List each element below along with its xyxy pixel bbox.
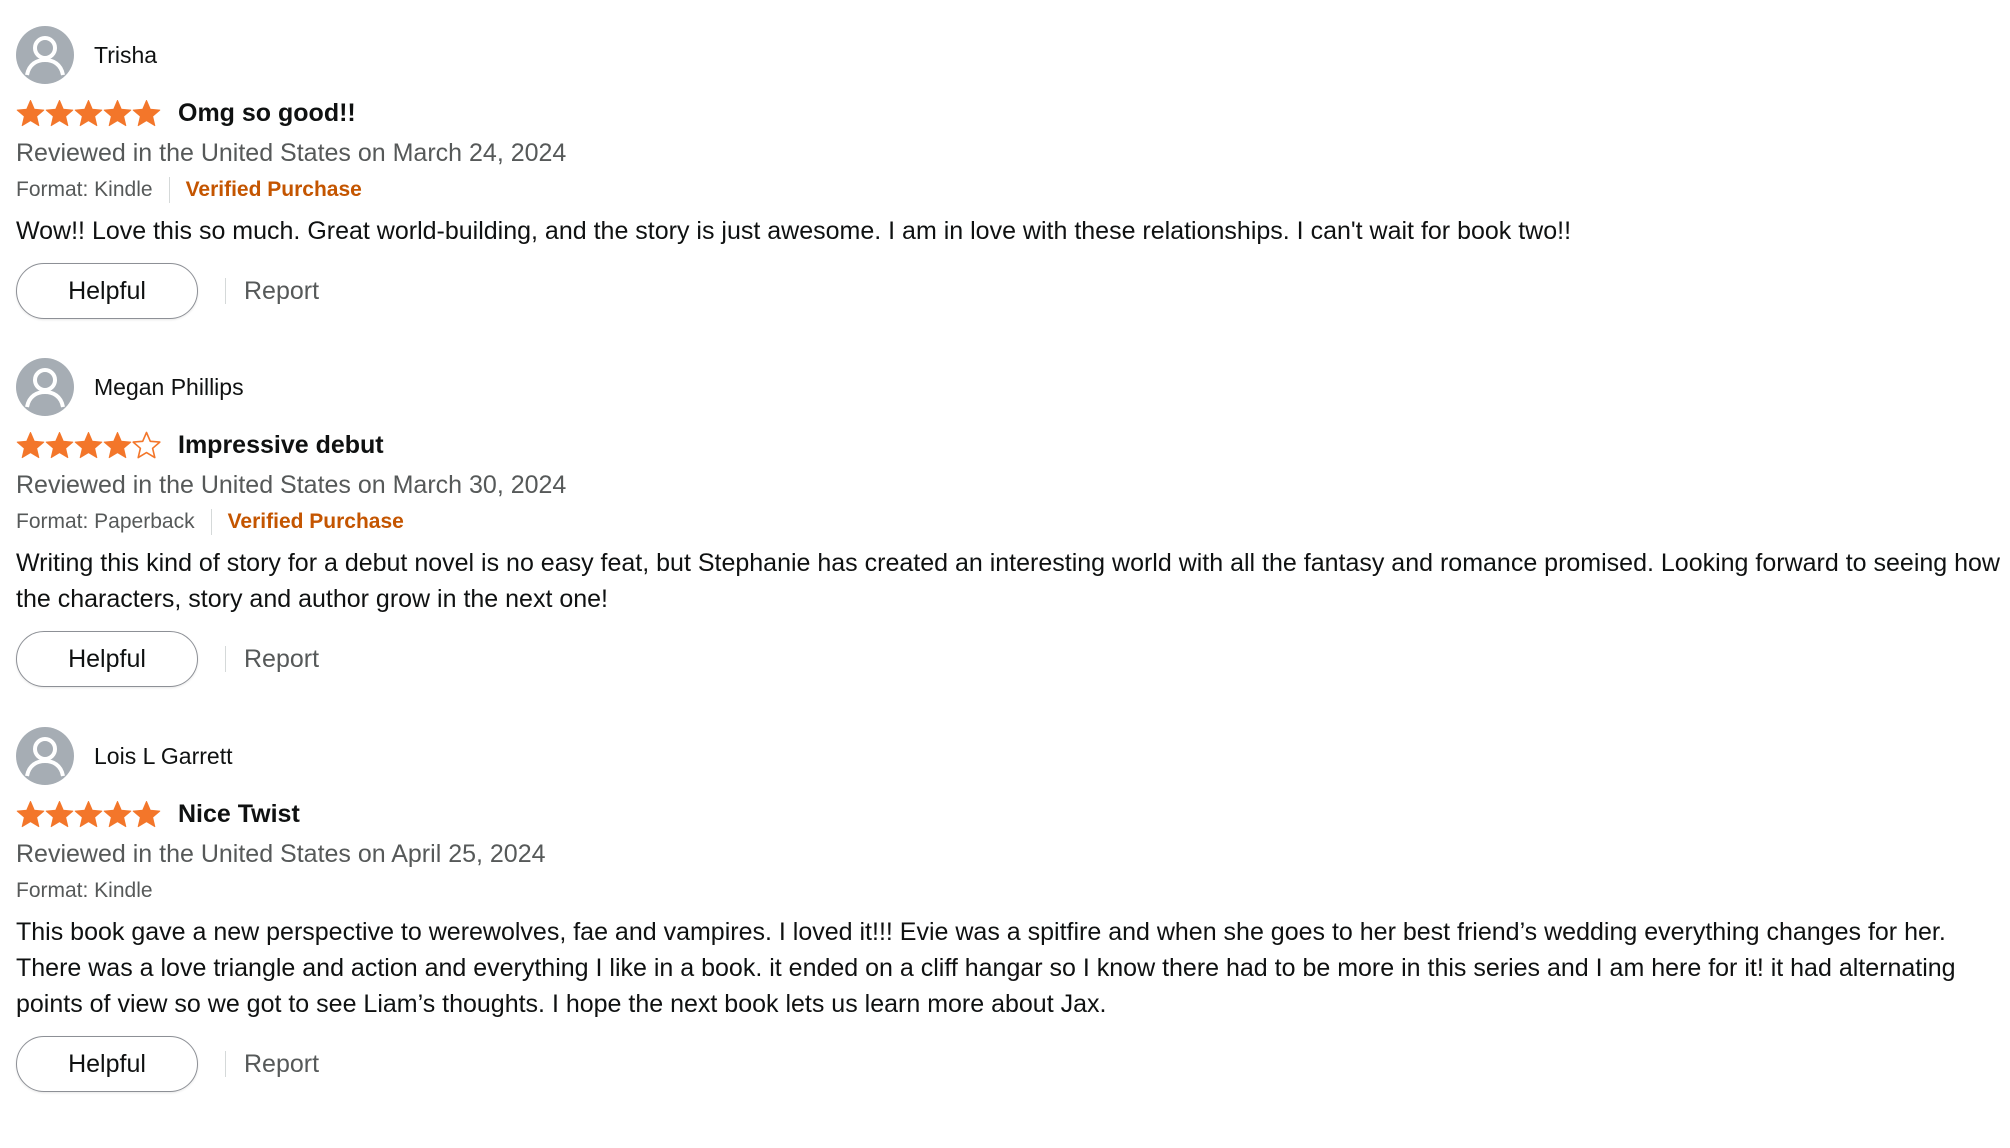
review-body: Wow!! Love this so much. Great world-bui… [16,217,1572,245]
avatar-icon [16,727,74,785]
star-filled-icon [74,801,103,828]
review-title-row: Nice Twist [16,796,1996,832]
review-actions: Helpful Report [16,1036,1996,1092]
verified-purchase-badge: Verified Purchase [185,178,362,201]
format-separator [210,509,212,535]
star-filled-icon [16,801,45,828]
review-date: Reviewed in the United States on March 2… [16,139,567,167]
star-filled-icon [16,432,45,459]
review-body: Writing this kind of story for a debut n… [16,549,2000,613]
review-format: Format: Paperback [16,510,195,533]
review-title-row: Omg so good!! [16,95,1996,131]
review-title[interactable]: Nice Twist [178,800,300,829]
action-separator [225,278,226,304]
review-date: Reviewed in the United States on March 3… [16,471,567,499]
avatar-icon [16,358,74,416]
avatar-icon [16,26,74,84]
star-filled-icon [132,100,161,127]
review-item: Trisha Omg so good!! Reviewed in the Uni… [16,26,1996,319]
review-title[interactable]: Impressive debut [178,431,384,460]
star-rating[interactable] [16,800,161,828]
helpful-button[interactable]: Helpful [16,1036,198,1092]
report-link[interactable]: Report [244,277,319,306]
star-rating[interactable] [16,99,161,127]
report-link[interactable]: Report [244,1050,319,1079]
review-title-row: Impressive debut [16,427,1996,463]
review-title[interactable]: Omg so good!! [178,99,356,128]
star-filled-icon [74,432,103,459]
review-date: Reviewed in the United States on April 2… [16,840,546,868]
helpful-button[interactable]: Helpful [16,631,198,687]
reviewer-profile[interactable]: Trisha [16,26,1996,84]
reviewer-profile[interactable]: Megan Phillips [16,358,1996,416]
review-format-row: Format: Paperback Verified Purchase [16,505,1996,539]
format-separator [168,177,170,203]
action-separator [225,1051,226,1077]
star-rating[interactable] [16,431,161,459]
star-filled-icon [45,100,74,127]
review-item: Lois L Garrett Nice Twist Reviewed in th… [16,727,1996,1092]
review-actions: Helpful Report [16,631,1996,687]
star-filled-icon [103,432,132,459]
star-filled-icon [45,801,74,828]
helpful-button[interactable]: Helpful [16,263,198,319]
star-filled-icon [103,801,132,828]
star-filled-icon [103,100,132,127]
reviewer-profile[interactable]: Lois L Garrett [16,727,1996,785]
review-actions: Helpful Report [16,263,1996,319]
review-format-row: Format: Kindle Verified Purchase [16,173,1996,207]
star-filled-icon [45,432,74,459]
star-filled-icon [74,100,103,127]
reviewer-name[interactable]: Lois L Garrett [94,743,232,770]
review-format: Format: Kindle [16,879,153,902]
reviewer-name[interactable]: Trisha [94,42,157,69]
star-outline-icon [132,431,161,459]
reviewer-name[interactable]: Megan Phillips [94,374,244,401]
verified-purchase-badge: Verified Purchase [227,510,404,533]
review-body: This book gave a new perspective to were… [16,918,1956,1018]
review-format-row: Format: Kindle [16,874,1996,908]
star-filled-icon [16,100,45,127]
star-filled-icon [132,801,161,828]
review-format: Format: Kindle [16,178,153,201]
action-separator [225,646,226,672]
review-item: Megan Phillips Impressive debut Reviewed… [16,358,2000,687]
reviews-list: Trisha Omg so good!! Reviewed in the Uni… [0,0,2010,1148]
report-link[interactable]: Report [244,645,319,674]
